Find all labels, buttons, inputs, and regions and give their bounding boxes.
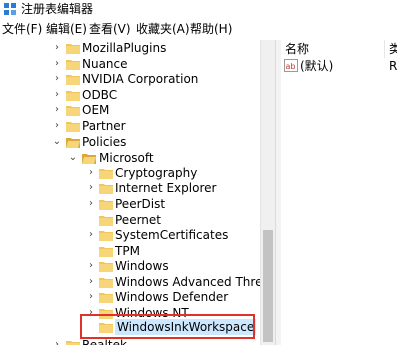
tree-item-partner[interactable]: › Partner: [0, 118, 260, 134]
folder-icon: [66, 122, 80, 132]
tree-item-label: Windows Defender: [115, 290, 229, 304]
folder-icon: [99, 262, 113, 272]
value-name[interactable]: (默认): [300, 58, 333, 74]
tree-item-label: TPM: [115, 244, 140, 258]
string-value-icon: ab: [284, 59, 298, 72]
svg-text:ab: ab: [286, 62, 296, 71]
folder-icon: [66, 341, 80, 345]
menu-edit[interactable]: 编辑(E): [46, 21, 87, 37]
folder-icon: [66, 60, 80, 70]
folder-icon: [99, 293, 113, 303]
tree-item-systemcertificates[interactable]: › SystemCertificates: [0, 227, 260, 243]
tree-item-label: OEM: [82, 103, 110, 117]
folder-icon: [99, 216, 113, 226]
chevron-right-icon[interactable]: ›: [86, 292, 96, 302]
menu-view[interactable]: 查看(V): [89, 21, 131, 37]
folder-icon: [99, 200, 113, 210]
tree-item-internet-explorer[interactable]: › Internet Explorer: [0, 180, 260, 196]
chevron-right-icon[interactable]: ›: [52, 43, 62, 53]
tree-item-label: Internet Explorer: [115, 181, 217, 195]
tree-item-cryptography[interactable]: › Cryptography: [0, 165, 260, 181]
chevron-right-icon[interactable]: ›: [86, 183, 96, 193]
menu-file[interactable]: 文件(F): [2, 21, 42, 37]
chevron-right-icon[interactable]: ›: [86, 277, 96, 287]
folder-open-icon: [66, 138, 80, 148]
tree-item-peerdist[interactable]: › PeerDist: [0, 196, 260, 212]
tree-item-label: Windows: [115, 259, 169, 273]
tree-item-windows-defender[interactable]: › Windows Defender: [0, 289, 260, 305]
tree-item-oem[interactable]: › OEM: [0, 102, 260, 118]
value-type: R: [389, 59, 397, 73]
tree-scrollbar-thumb[interactable]: [263, 230, 273, 342]
tree-item-label: Windows Advanced Threat P: [115, 275, 260, 289]
title-bar: 注册表编辑器: [0, 0, 397, 18]
tree-item-windows-advanced-threat[interactable]: › Windows Advanced Threat P: [0, 274, 260, 290]
menu-bar: 文件(F) 编辑(E) 查看(V) 收藏夹(A) 帮助(H): [0, 19, 397, 39]
chevron-right-icon[interactable]: ›: [52, 90, 62, 100]
registry-editor-icon: [4, 3, 16, 15]
chevron-right-icon[interactable]: ›: [86, 199, 96, 209]
folder-icon: [66, 44, 80, 54]
selection-highlight: [80, 314, 255, 339]
folder-icon: [99, 169, 113, 179]
folder-open-icon: [82, 154, 96, 164]
chevron-right-icon[interactable]: ›: [52, 105, 62, 115]
tree-item-label: Peernet: [115, 213, 161, 227]
tree-item-label: Policies: [82, 135, 127, 149]
tree-item-label: ODBC: [82, 88, 118, 102]
tree-item-nuance[interactable]: › Nuance: [0, 56, 260, 72]
tree-item-label: Microsoft: [99, 151, 154, 165]
tree-item-label: NVIDIA Corporation: [82, 72, 199, 86]
folder-icon: [66, 75, 80, 85]
chevron-right-icon[interactable]: ›: [86, 168, 96, 178]
tree-item-label: Partner: [82, 119, 126, 133]
tree-item-label: SystemCertificates: [115, 228, 229, 242]
column-divider[interactable]: [384, 40, 385, 58]
chevron-down-icon[interactable]: ⌄: [68, 153, 78, 163]
tree-item-nvidia[interactable]: › NVIDIA Corporation: [0, 71, 260, 87]
folder-icon: [99, 231, 113, 241]
tree-item-policies[interactable]: ⌄ Policies: [0, 134, 260, 150]
folder-icon: [99, 184, 113, 194]
tree-item-mozillaplugins[interactable]: › MozillaPlugins: [0, 40, 260, 56]
tree-item-windows[interactable]: › Windows: [0, 258, 260, 274]
window-title: 注册表编辑器: [21, 2, 94, 16]
chevron-right-icon[interactable]: ›: [52, 121, 62, 131]
chevron-right-icon[interactable]: ›: [52, 59, 62, 69]
menu-favorites[interactable]: 收藏夹(A): [136, 21, 190, 37]
folder-icon: [99, 247, 113, 257]
values-panel: 名称 类 ab (默认) R: [281, 40, 397, 345]
registry-tree: › MozillaPlugins › Nuance › NVIDIA Corpo…: [0, 40, 260, 345]
chevron-down-icon[interactable]: ⌄: [52, 137, 62, 147]
chevron-right-icon[interactable]: ›: [52, 74, 62, 84]
tree-scrollbar[interactable]: [260, 40, 275, 345]
menu-help[interactable]: 帮助(H): [190, 21, 232, 37]
tree-item-tpm[interactable]: TPM: [0, 243, 260, 259]
tree-item-label: MozillaPlugins: [82, 41, 167, 55]
tree-item-peernet[interactable]: Peernet: [0, 212, 260, 228]
folder-icon: [99, 278, 113, 288]
chevron-right-icon[interactable]: ›: [86, 230, 96, 240]
tree-item-odbc[interactable]: › ODBC: [0, 87, 260, 103]
folder-icon: [66, 106, 80, 116]
tree-item-microsoft[interactable]: ⌄ Microsoft: [0, 150, 260, 166]
tree-item-label: PeerDist: [115, 197, 166, 211]
chevron-right-icon[interactable]: ›: [52, 340, 62, 345]
tree-item-label: Cryptography: [115, 166, 198, 180]
folder-icon: [66, 91, 80, 101]
column-header-name[interactable]: 名称: [285, 41, 309, 57]
chevron-right-icon[interactable]: ›: [86, 261, 96, 271]
column-header-type[interactable]: 类: [389, 41, 397, 57]
tree-item-label: Nuance: [82, 57, 128, 71]
